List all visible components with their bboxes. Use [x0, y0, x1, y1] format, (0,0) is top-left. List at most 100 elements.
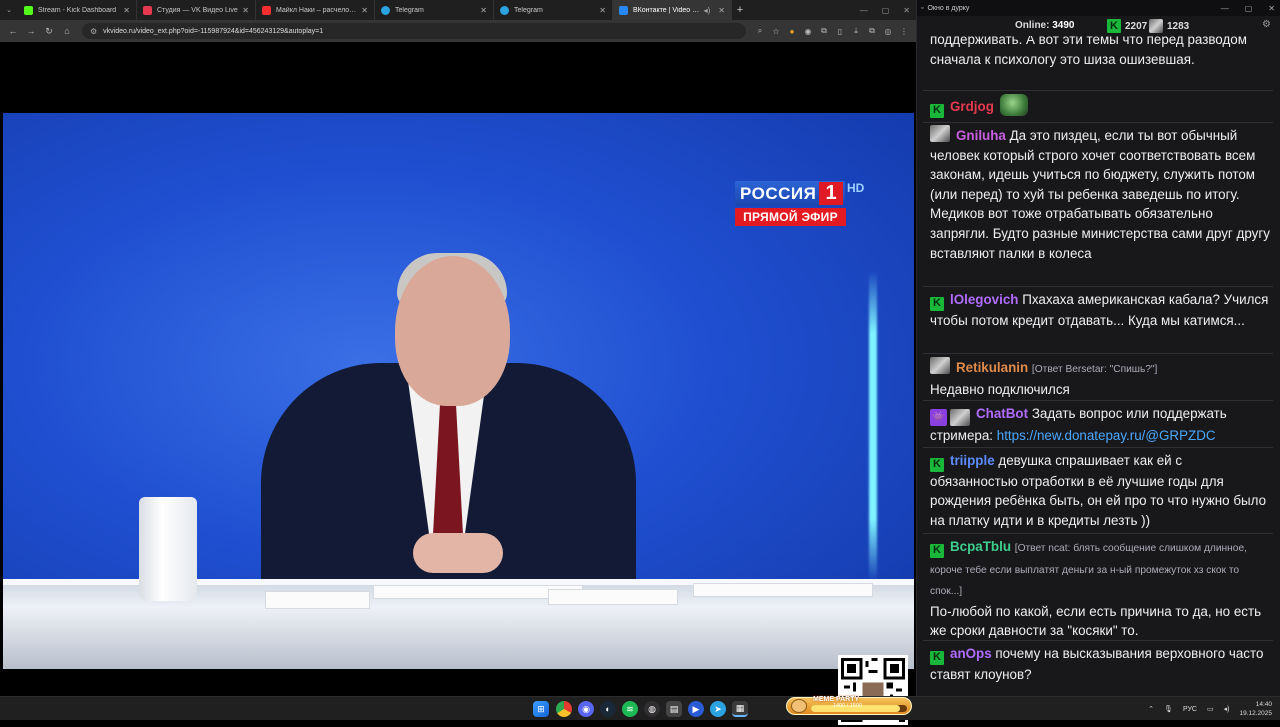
steam-icon[interactable]: ◐	[600, 701, 616, 717]
video-player[interactable]: РОССИЯ 1 HD ПРЯМОЙ ЭФИР	[0, 42, 916, 725]
close-icon[interactable]: ✕	[903, 6, 910, 15]
vk-viewers: 1283	[1149, 19, 1189, 33]
username[interactable]: lOlegovich	[950, 292, 1018, 307]
studio-light	[869, 271, 877, 581]
chat-window: ▫ Окно в дурку — ▢ ✕ Online: 3490 K 2207 …	[916, 0, 1280, 696]
username[interactable]: ChatBot	[976, 406, 1028, 421]
divider	[923, 286, 1273, 287]
extensions-puzzle-icon[interactable]: ⧉	[816, 22, 832, 40]
tab-search-icon[interactable]: ⌄	[0, 0, 18, 20]
sidebar-icon[interactable]: ▯	[832, 22, 848, 40]
close-tab-icon[interactable]: ✕	[718, 6, 725, 15]
cup	[139, 497, 197, 601]
site-info-icon[interactable]: ⚙	[90, 27, 97, 36]
message-badges: K	[930, 296, 944, 311]
zoom-icon[interactable]: ⌕	[752, 22, 768, 40]
bookmark-star-icon[interactable]: ☆	[768, 22, 784, 40]
extension-icon[interactable]: ◉	[800, 22, 816, 40]
donate-link[interactable]: https://new.donatepay.ru/@GRPZDC	[997, 428, 1216, 443]
bot-icon: 👾	[930, 409, 947, 427]
settings-icon[interactable]: ⚙	[1262, 19, 1271, 30]
username[interactable]: triipple	[950, 453, 995, 468]
tab-vk-video-ext[interactable]: ВКонтакте | Video Ext ◂) ✕	[613, 0, 732, 20]
doge-icon	[791, 699, 807, 713]
papers	[548, 589, 678, 605]
home-icon[interactable]: ⌂	[58, 22, 76, 40]
speaker-icon[interactable]: ◂)	[704, 6, 711, 15]
media-player-icon[interactable]: ▶	[688, 701, 704, 717]
username[interactable]: Retikulanin	[956, 360, 1028, 375]
telegram-icon	[381, 5, 390, 15]
address-bar[interactable]: ⚙ vkvideo.ru/video_ext.php?oid=-11598792…	[82, 23, 746, 39]
maximize-icon[interactable]: ▢	[1245, 4, 1253, 13]
maximize-icon[interactable]: ▢	[882, 6, 890, 15]
chat-window-controls: — ▢ ✕	[1221, 0, 1275, 16]
message-text: По-любой по какой, если есть причина то …	[930, 603, 1262, 639]
username[interactable]: Grdjog	[950, 99, 994, 114]
close-tab-icon[interactable]: ✕	[123, 6, 130, 15]
hd-badge: HD	[847, 181, 865, 195]
chat-app-icon[interactable]: ▦	[732, 701, 748, 717]
papers	[693, 583, 873, 597]
profile-icon[interactable]: ◎	[880, 22, 896, 40]
obs-icon[interactable]: ◍	[644, 701, 660, 717]
menu-icon[interactable]: ⋮	[896, 22, 912, 40]
kick-icon	[24, 5, 33, 15]
copy-icon[interactable]: ⧉	[864, 22, 880, 40]
meme-progress-text: 1400 / 1500	[833, 703, 863, 709]
message-badges: K	[930, 543, 944, 558]
kick-icon: K	[930, 650, 944, 665]
browser-window: ⌄ Stream - Kick Dashboard ✕ Студия — VK В…	[0, 0, 916, 725]
chat-message: Gniluha Да это пиздец, если ты вот обычн…	[930, 125, 1270, 263]
chat-message: KlOlegovich Пхахаха американская кабала?…	[930, 290, 1270, 330]
chat-message: Ktriipple девушка спрашивает как ей с об…	[930, 451, 1270, 531]
download-icon[interactable]: ⤓	[848, 22, 864, 40]
kick-icon: K	[930, 457, 944, 472]
microphone-icon[interactable]: 🎙	[1164, 705, 1173, 713]
reload-icon[interactable]: ↻	[40, 22, 58, 40]
tab-telegram-1[interactable]: Telegram ✕	[375, 0, 494, 20]
tab-vk-studio[interactable]: Студия — VK Видео Live ✕	[137, 0, 256, 20]
divider	[923, 640, 1273, 641]
app-icon[interactable]: ▤	[666, 701, 682, 717]
telegram-icon[interactable]: ➤	[710, 701, 726, 717]
network-icon[interactable]: ▭	[1207, 705, 1214, 713]
tab-youtube[interactable]: Майкл Наки – расчеловечива...✕	[256, 0, 375, 20]
tab-telegram-2[interactable]: Telegram ✕	[494, 0, 613, 20]
chrome-icon[interactable]	[556, 701, 572, 717]
start-icon[interactable]: ⊞	[533, 701, 549, 717]
discord-icon[interactable]: ◉	[578, 701, 594, 717]
back-icon[interactable]: ←	[4, 22, 22, 40]
channel-logo: РОССИЯ 1 HD ПРЯМОЙ ЭФИР	[735, 181, 865, 227]
volume-icon[interactable]: ◂)	[1224, 705, 1230, 713]
close-tab-icon[interactable]: ✕	[480, 6, 487, 15]
vk-icon	[619, 5, 628, 15]
tab-kick-dashboard[interactable]: Stream - Kick Dashboard ✕	[18, 0, 137, 20]
close-tab-icon[interactable]: ✕	[242, 6, 249, 15]
channel-number: 1	[819, 182, 843, 205]
online-counter: Online: 3490	[1015, 20, 1075, 31]
spotify-icon[interactable]: ≋	[622, 701, 638, 717]
language-indicator[interactable]: РУС	[1183, 706, 1197, 713]
chevron-up-icon[interactable]: ⌃	[1148, 705, 1154, 713]
close-icon[interactable]: ✕	[1268, 4, 1275, 13]
chat-message: KanOps почему на высказывания верховного…	[930, 644, 1270, 684]
kick-viewers: K 2207	[1107, 19, 1147, 33]
forward-icon[interactable]: →	[22, 22, 40, 40]
browser-toolbar: ← → ↻ ⌂ ⚙ vkvideo.ru/video_ext.php?oid=-…	[0, 20, 916, 42]
chat-window-title: Окно в дурку	[927, 4, 970, 12]
vk-video-icon	[143, 5, 152, 15]
minimize-icon[interactable]: —	[860, 6, 868, 15]
app-icon: ▫	[921, 4, 924, 12]
username[interactable]: BcpaTblu	[950, 539, 1011, 554]
close-tab-icon[interactable]: ✕	[599, 6, 606, 15]
close-tab-icon[interactable]: ✕	[361, 6, 368, 15]
url-text: vkvideo.ru/video_ext.php?oid=-115987924&…	[103, 27, 324, 35]
minimize-icon[interactable]: —	[1221, 4, 1229, 13]
username[interactable]: Gniluha	[956, 128, 1006, 143]
meme-title: MEME PARTY	[813, 696, 860, 703]
clock[interactable]: 14:40 19.12.2025	[1239, 700, 1272, 718]
extension-icon[interactable]: ●	[784, 22, 800, 40]
new-tab-button[interactable]: +	[732, 0, 748, 20]
username[interactable]: anOps	[950, 646, 992, 661]
